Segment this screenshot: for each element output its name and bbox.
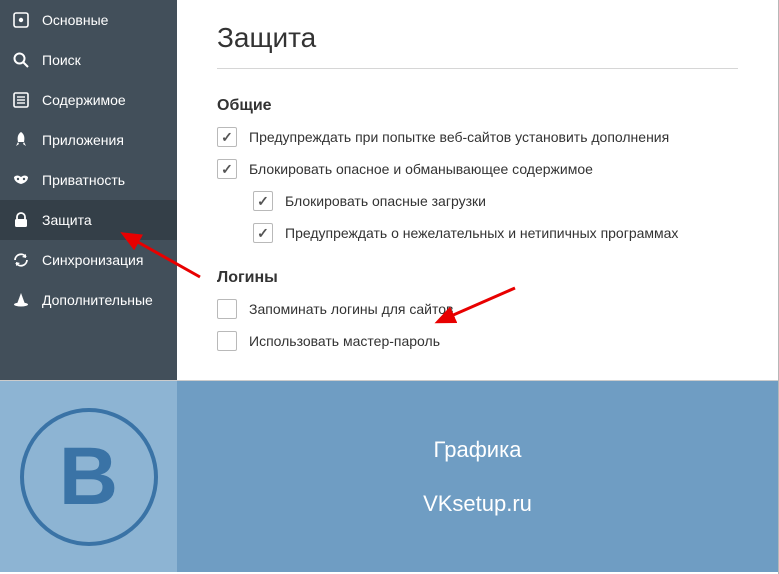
sidebar-label: Приватность	[42, 172, 125, 188]
sidebar-item-general[interactable]: Основные	[0, 0, 177, 40]
section-general: Общие Предупреждать при попытке веб-сайт…	[217, 97, 778, 243]
sidebar-label: Основные	[42, 12, 108, 28]
option-master-password[interactable]: Использовать мастер-пароль	[217, 331, 778, 351]
banner-logo-letter: В	[59, 430, 118, 524]
option-label: Блокировать опасные загрузки	[285, 193, 486, 209]
option-warn-addons[interactable]: Предупреждать при попытке веб-сайтов уст…	[217, 127, 778, 147]
banner-line1: Графика	[434, 437, 522, 463]
checkbox-icon[interactable]	[217, 299, 237, 319]
sidebar-label: Синхронизация	[42, 252, 143, 268]
checkbox-icon[interactable]	[217, 127, 237, 147]
search-icon	[12, 51, 30, 69]
main-content: Защита Общие Предупреждать при попытке в…	[177, 0, 778, 380]
option-label: Блокировать опасное и обманывающее содер…	[249, 161, 593, 177]
sidebar: Основные Поиск Содержимое Приложения При…	[0, 0, 177, 380]
section-logins: Логины Запоминать логины для сайтов Испо…	[217, 269, 778, 351]
mask-icon	[12, 171, 30, 189]
option-warn-unwanted[interactable]: Предупреждать о нежелательных и нетипичн…	[253, 223, 778, 243]
content-icon	[12, 91, 30, 109]
option-remember-logins[interactable]: Запоминать логины для сайтов	[217, 299, 778, 319]
banner: В Графика VKsetup.ru	[0, 380, 778, 572]
sidebar-item-advanced[interactable]: Дополнительные	[0, 280, 177, 320]
wizard-hat-icon	[12, 291, 30, 309]
sidebar-item-privacy[interactable]: Приватность	[0, 160, 177, 200]
checkbox-icon[interactable]	[217, 159, 237, 179]
sidebar-item-security[interactable]: Защита	[0, 200, 177, 240]
option-label: Предупреждать при попытке веб-сайтов уст…	[249, 129, 669, 145]
sidebar-item-sync[interactable]: Синхронизация	[0, 240, 177, 280]
banner-logo-circle: В	[20, 408, 158, 546]
checkbox-icon[interactable]	[217, 331, 237, 351]
option-label: Предупреждать о нежелательных и нетипичн…	[285, 225, 678, 241]
banner-text-area: Графика VKsetup.ru	[177, 381, 778, 572]
rocket-icon	[12, 131, 30, 149]
option-block-dangerous[interactable]: Блокировать опасное и обманывающее содер…	[217, 159, 778, 179]
checkbox-icon[interactable]	[253, 223, 273, 243]
sync-icon	[12, 251, 30, 269]
sidebar-label: Дополнительные	[42, 292, 153, 308]
lock-icon	[12, 211, 30, 229]
banner-logo-area: В	[0, 381, 177, 572]
sidebar-label: Поиск	[42, 52, 81, 68]
sidebar-item-search[interactable]: Поиск	[0, 40, 177, 80]
option-label: Использовать мастер-пароль	[249, 333, 440, 349]
sidebar-item-applications[interactable]: Приложения	[0, 120, 177, 160]
sidebar-label: Защита	[42, 212, 92, 228]
option-label: Запоминать логины для сайтов	[249, 301, 453, 317]
banner-line2: VKsetup.ru	[423, 491, 532, 517]
sidebar-item-content[interactable]: Содержимое	[0, 80, 177, 120]
checkbox-icon[interactable]	[253, 191, 273, 211]
sidebar-label: Содержимое	[42, 92, 126, 108]
section-title-logins: Логины	[217, 269, 778, 287]
page-title: Защита	[217, 22, 738, 69]
section-title-general: Общие	[217, 97, 778, 115]
general-icon	[12, 11, 30, 29]
sidebar-label: Приложения	[42, 132, 124, 148]
option-block-dangerous-downloads[interactable]: Блокировать опасные загрузки	[253, 191, 778, 211]
